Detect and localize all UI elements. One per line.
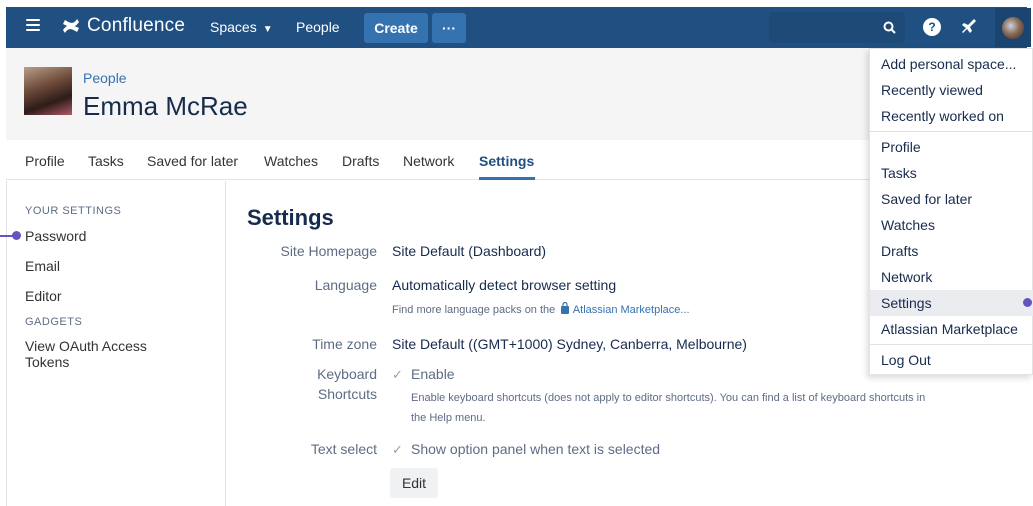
help-icon[interactable]: ? — [923, 18, 941, 36]
people-link[interactable]: People — [296, 19, 340, 35]
sidebar-item-editor[interactable]: Editor — [25, 288, 62, 304]
site-homepage-label: Site Homepage — [280, 243, 377, 259]
menu-item-add-personal-space[interactable]: Add personal space... — [881, 56, 1016, 72]
language-hint-suffix: ... — [680, 304, 690, 316]
menu-item-saved-for-later[interactable]: Saved for later — [881, 191, 972, 207]
page-title: Emma McRae — [83, 91, 248, 121]
settings-sidebar: YOUR SETTINGS Password Email Editor GADG… — [6, 181, 226, 506]
spaces-label: Spaces — [210, 19, 257, 35]
language-value: Automatically detect browser setting — [392, 277, 617, 293]
top-navigation-bar: Confluence Spaces ▼ People Create ··· ? — [6, 7, 1031, 48]
menu-divider — [870, 344, 1033, 345]
timezone-value: Site Default ((GMT+1000) Sydney, Canberr… — [392, 336, 747, 352]
keyboard-label-line-1: Keyboard — [317, 366, 377, 382]
search-input[interactable] — [769, 12, 905, 43]
notifications-icon[interactable] — [960, 17, 978, 37]
text-select-checkbox[interactable]: ✓ — [392, 442, 403, 458]
oauth-label-line-1: View OAuth Access — [25, 338, 147, 354]
annotation-dot — [1023, 298, 1032, 307]
keyboard-hint-line-2: the Help menu. — [411, 412, 486, 424]
user-dropdown-menu: Add personal space... Recently viewed Re… — [869, 48, 1033, 375]
brand-name: Confluence — [87, 15, 186, 36]
profile-picture — [24, 67, 72, 115]
sidebar-item-oauth-tokens[interactable]: View OAuth Access Tokens — [25, 338, 147, 370]
tab-tasks[interactable]: Tasks — [88, 153, 124, 169]
chevron-down-icon: ▼ — [262, 24, 273, 35]
app-switcher-icon[interactable] — [26, 19, 40, 33]
your-settings-heading: YOUR SETTINGS — [25, 205, 122, 217]
marketplace-bag-icon — [561, 301, 570, 314]
menu-item-watches[interactable]: Watches — [881, 217, 935, 233]
language-hint: Find more language packs on the Atlassia… — [392, 300, 690, 320]
menu-item-profile[interactable]: Profile — [881, 139, 921, 155]
menu-divider — [870, 131, 1033, 132]
keyboard-hint-line-1: Enable keyboard shortcuts (does not appl… — [411, 392, 926, 404]
spaces-menu[interactable]: Spaces ▼ — [210, 19, 273, 35]
tab-network[interactable]: Network — [403, 153, 454, 169]
user-menu-button[interactable] — [995, 8, 1031, 47]
keyboard-shortcuts-checkbox[interactable]: ✓ — [392, 367, 403, 383]
sidebar-item-password[interactable]: Password — [25, 228, 86, 244]
keyboard-shortcuts-value: Enable — [411, 366, 455, 382]
menu-item-tasks[interactable]: Tasks — [881, 165, 917, 181]
search-icon — [883, 21, 896, 34]
timezone-label: Time zone — [312, 336, 377, 352]
settings-title: Settings — [247, 205, 334, 230]
edit-button[interactable]: Edit — [390, 468, 438, 498]
sidebar-item-email[interactable]: Email — [25, 258, 60, 274]
menu-item-network[interactable]: Network — [881, 269, 932, 285]
language-label: Language — [314, 277, 377, 293]
atlassian-marketplace-link[interactable]: Atlassian Marketplace — [573, 304, 681, 316]
create-button[interactable]: Create — [364, 13, 428, 43]
language-hint-prefix: Find more language packs on the — [392, 304, 556, 316]
menu-item-recently-worked-on[interactable]: Recently worked on — [881, 108, 1004, 124]
confluence-logo-icon — [63, 19, 79, 33]
oauth-label-line-2: Tokens — [25, 354, 70, 370]
gadgets-heading: GADGETS — [25, 316, 83, 328]
confluence-logo[interactable]: Confluence — [61, 15, 185, 37]
keyboard-label-line-2: Shortcuts — [317, 386, 377, 402]
menu-item-log-out[interactable]: Log Out — [881, 352, 931, 368]
menu-item-drafts[interactable]: Drafts — [881, 243, 918, 259]
site-homepage-value: Site Default (Dashboard) — [392, 243, 547, 259]
keyboard-shortcuts-label: Keyboard Shortcuts — [227, 364, 377, 404]
annotation-dot — [12, 231, 21, 240]
menu-item-atlassian-marketplace[interactable]: Atlassian Marketplace — [881, 321, 1018, 337]
text-select-value: Show option panel when text is selected — [411, 441, 661, 457]
menu-item-recently-viewed[interactable]: Recently viewed — [881, 82, 983, 98]
avatar — [1002, 17, 1024, 39]
tab-saved-for-later[interactable]: Saved for later — [147, 153, 238, 169]
active-tab-indicator — [479, 177, 535, 180]
breadcrumb-people[interactable]: People — [83, 70, 127, 86]
tab-settings[interactable]: Settings — [479, 153, 534, 169]
create-more-button[interactable]: ··· — [432, 13, 466, 43]
tab-watches[interactable]: Watches — [264, 153, 318, 169]
menu-item-settings[interactable]: Settings — [881, 295, 932, 311]
tab-drafts[interactable]: Drafts — [342, 153, 379, 169]
tab-profile[interactable]: Profile — [25, 153, 65, 169]
text-select-label: Text select — [310, 441, 377, 457]
